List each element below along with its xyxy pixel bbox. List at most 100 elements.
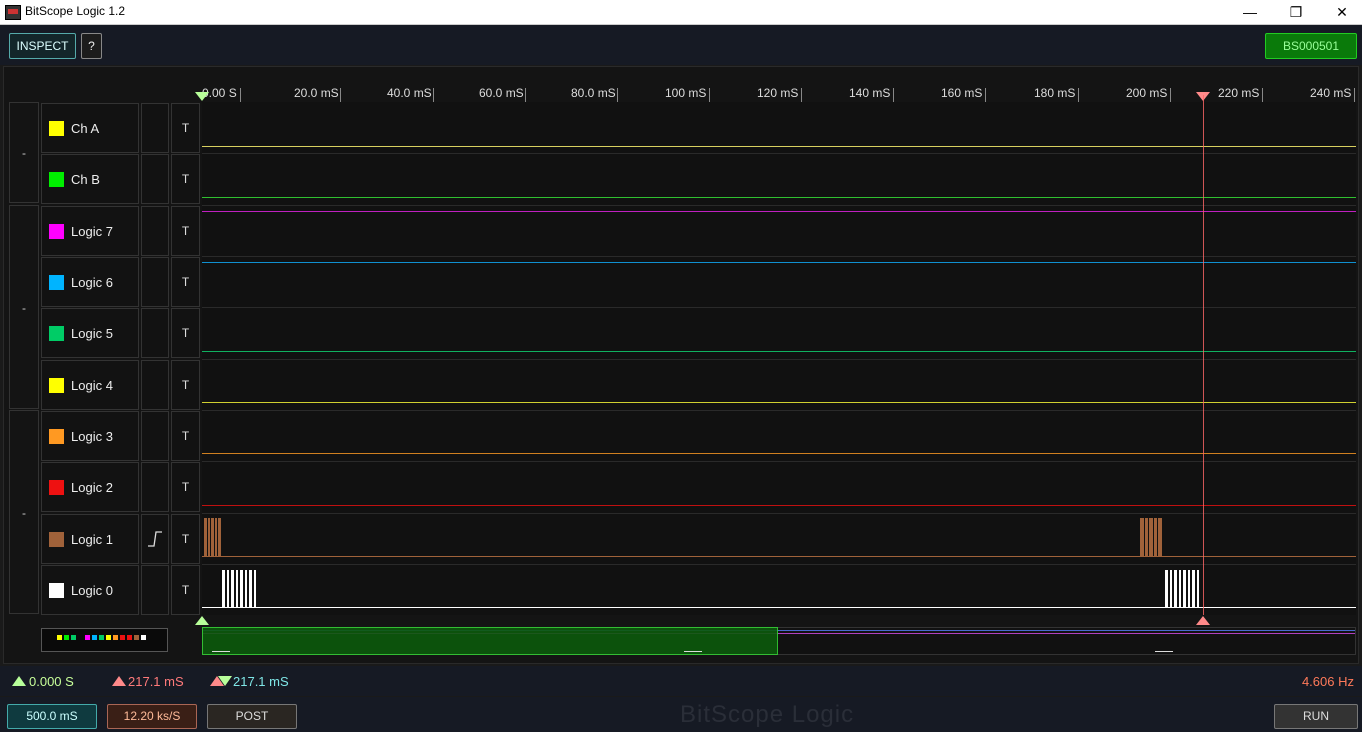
trigger-edge-cell[interactable] <box>141 206 169 256</box>
palette-chip[interactable] <box>92 635 97 640</box>
palette-chip[interactable] <box>127 635 132 640</box>
color-swatch[interactable] <box>49 121 64 136</box>
channel-group-analog[interactable]: - <box>9 102 39 203</box>
ruler-label: 160 mS <box>941 86 983 100</box>
channel-label-ch-a[interactable]: Ch A <box>41 103 139 153</box>
app-watermark: BitScope Logic <box>680 701 855 728</box>
channel-label-logic-0[interactable]: Logic 0 <box>41 565 139 615</box>
channel-label-logic-5[interactable]: Logic 5 <box>41 308 139 358</box>
channel-group-logic-high[interactable]: - <box>9 205 39 409</box>
sample-rate-button[interactable]: 12.20 ks/S <box>107 704 197 729</box>
ruler-tick <box>709 88 710 102</box>
ruler-label: 120 mS <box>757 86 799 100</box>
color-swatch[interactable] <box>49 326 64 341</box>
palette-chip[interactable] <box>64 635 69 640</box>
cursor-a-bottom-marker-icon[interactable] <box>194 615 210 626</box>
group-collapse-label[interactable]: - <box>10 506 38 520</box>
channel-label-logic-7[interactable]: Logic 7 <box>41 206 139 256</box>
ruler-label: 220 mS <box>1218 86 1260 100</box>
trigger-toggle[interactable]: T <box>171 360 200 410</box>
trigger-edge-cell[interactable] <box>141 462 169 512</box>
trigger-toggle[interactable]: T <box>171 103 200 153</box>
help-button[interactable]: ? <box>81 33 102 59</box>
color-swatch[interactable] <box>49 172 64 187</box>
color-swatch[interactable] <box>49 583 64 598</box>
trace-logic-2 <box>202 505 1356 506</box>
palette-chip[interactable] <box>134 635 139 640</box>
channel-label-logic-2[interactable]: Logic 2 <box>41 462 139 512</box>
trigger-edge-cell[interactable] <box>141 514 169 564</box>
trigger-toggle[interactable]: T <box>171 206 200 256</box>
row-separator <box>202 256 1356 257</box>
row-separator <box>202 205 1356 206</box>
group-collapse-label[interactable]: - <box>10 301 38 315</box>
logic-0-pulses <box>222 570 1199 608</box>
trace-logic-3 <box>202 453 1356 454</box>
row-separator <box>202 153 1356 154</box>
channel-label-logic-1[interactable]: Logic 1 <box>41 514 139 564</box>
channel-name: Logic 6 <box>71 275 113 290</box>
color-swatch[interactable] <box>49 275 64 290</box>
channel-label-logic-4[interactable]: Logic 4 <box>41 360 139 410</box>
cursor-b-bottom-marker-icon[interactable] <box>1195 615 1211 626</box>
palette-chip[interactable] <box>113 635 118 640</box>
channel-label-logic-6[interactable]: Logic 6 <box>41 257 139 307</box>
ruler-tick <box>893 88 894 102</box>
trigger-toggle[interactable]: T <box>171 257 200 307</box>
color-swatch[interactable] <box>49 480 64 495</box>
trigger-edge-cell[interactable] <box>141 565 169 615</box>
ruler-label: 40.0 mS <box>387 86 432 100</box>
color-swatch[interactable] <box>49 429 64 444</box>
palette-chip[interactable] <box>120 635 125 640</box>
palette-chip[interactable] <box>99 635 104 640</box>
palette-chip[interactable] <box>71 635 76 640</box>
trigger-edge-cell[interactable] <box>141 308 169 358</box>
trigger-toggle[interactable]: T <box>171 308 200 358</box>
trigger-edge-cell[interactable] <box>141 257 169 307</box>
run-button[interactable]: RUN <box>1274 704 1358 729</box>
cursor-b-icon <box>112 676 126 686</box>
trigger-toggle[interactable]: T <box>171 411 200 461</box>
color-swatch[interactable] <box>49 224 64 239</box>
channel-group-logic-low[interactable]: - <box>9 410 39 614</box>
trigger-edge-cell[interactable] <box>141 360 169 410</box>
channel-color-palette[interactable] <box>41 628 168 652</box>
color-swatch[interactable] <box>49 532 64 547</box>
trigger-toggle[interactable]: T <box>171 154 200 204</box>
row-separator <box>202 410 1356 411</box>
logic-1-pulses <box>204 518 1162 556</box>
frequency-readout: 4.606 Hz <box>1301 674 1354 689</box>
channel-name: Logic 3 <box>71 429 113 444</box>
palette-chip[interactable] <box>141 635 146 640</box>
trigger-edge-cell[interactable] <box>141 103 169 153</box>
post-button[interactable]: POST <box>207 704 297 729</box>
trigger-toggle[interactable]: T <box>171 462 200 512</box>
trigger-edge-cell[interactable] <box>141 411 169 461</box>
device-id-button[interactable]: BS000501 <box>1265 33 1357 59</box>
channel-label-ch-b[interactable]: Ch B <box>41 154 139 204</box>
color-swatch[interactable] <box>49 378 64 393</box>
ruler-tick <box>525 88 526 102</box>
ruler-label: 240 mS <box>1310 86 1352 100</box>
trigger-edge-cell[interactable] <box>141 154 169 204</box>
palette-chip[interactable] <box>85 635 90 640</box>
rising-edge-icon <box>148 531 162 547</box>
close-button[interactable]: ✕ <box>1319 0 1362 24</box>
overview-mark <box>212 651 230 652</box>
palette-chip[interactable] <box>57 635 62 640</box>
palette-chip[interactable] <box>106 635 111 640</box>
ruler-label: 100 mS <box>665 86 707 100</box>
group-collapse-label[interactable]: - <box>10 146 38 160</box>
maximize-button[interactable]: ❐ <box>1273 0 1319 24</box>
cursor-b-line[interactable] <box>1203 95 1204 615</box>
overview-mark <box>684 651 702 652</box>
channel-name: Ch A <box>71 121 100 136</box>
inspect-button[interactable]: INSPECT <box>9 33 76 59</box>
trigger-toggle[interactable]: T <box>171 565 200 615</box>
timebase-button[interactable]: 500.0 mS <box>7 704 97 729</box>
minimize-button[interactable]: — <box>1227 0 1273 24</box>
cursor-a-marker-icon[interactable] <box>194 91 210 102</box>
status-bar: 0.000 S 217.1 mS 217.1 mS 4.606 Hz <box>0 666 1362 696</box>
channel-label-logic-3[interactable]: Logic 3 <box>41 411 139 461</box>
trigger-toggle[interactable]: T <box>171 514 200 564</box>
